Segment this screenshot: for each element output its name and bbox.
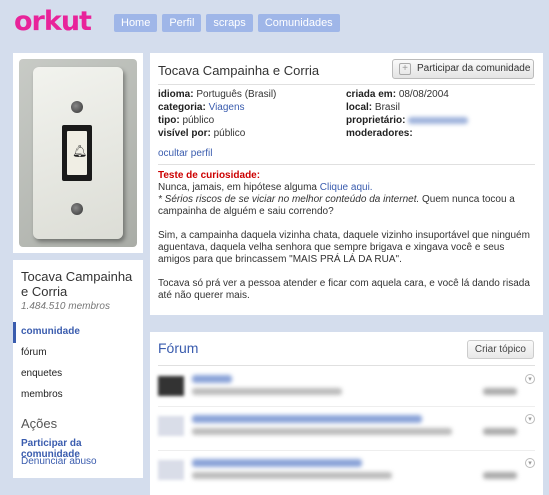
plus-icon: + <box>399 63 411 75</box>
community-description: Teste de curiosidade: Nunca, jamais, em … <box>158 170 530 301</box>
criada-value: 08/08/2004 <box>398 89 449 100</box>
member-count[interactable]: 1.484.510 membros <box>21 301 110 312</box>
community-photo-panel: 🔔︎ <box>13 53 143 253</box>
click-here-link[interactable]: Clique aqui. <box>320 182 373 193</box>
visivel-value: público <box>213 128 246 139</box>
join-button-label: Participar da comunidade <box>417 63 531 74</box>
orkut-logo[interactable]: orkut <box>14 6 92 37</box>
nav-comunidades[interactable]: Comunidades <box>257 14 340 32</box>
report-abuse-link[interactable]: Denunciar abuso <box>21 456 97 467</box>
top-nav: Home Perfil scraps Comunidades <box>114 14 340 32</box>
forum-topic[interactable]: ▾ <box>156 456 537 490</box>
menu-item-comunidade[interactable]: comunidade <box>13 322 143 343</box>
chevron-down-icon[interactable]: ▾ <box>525 458 535 468</box>
menu-item-membros[interactable]: membros <box>13 385 143 406</box>
sidebar-community-name: Tocava Campainha e Corria <box>21 269 133 299</box>
tipo-value: público <box>182 115 215 126</box>
categoria-value[interactable]: Viagens <box>209 102 245 113</box>
hide-profile-link[interactable]: ocultar perfil <box>158 148 212 159</box>
local-value: Brasil <box>374 102 400 113</box>
bell-icon: 🔔︎ <box>72 144 88 158</box>
menu-item-forum[interactable]: fórum <box>13 343 143 364</box>
join-community-button[interactable]: + Participar da comunidade <box>392 59 534 79</box>
chevron-down-icon[interactable]: ▾ <box>525 414 535 424</box>
forum-topic[interactable]: ▾ <box>156 372 537 406</box>
actions-heading: Ações <box>21 416 58 431</box>
community-profile-panel: Tocava Campainha e Corria + Participar d… <box>150 53 543 315</box>
idioma-value: Português (Brasil) <box>196 89 277 100</box>
community-photo: 🔔︎ <box>19 59 137 247</box>
forum-title[interactable]: Fórum <box>158 340 198 356</box>
nav-perfil[interactable]: Perfil <box>162 14 202 32</box>
menu-item-enquetes[interactable]: enquetes <box>13 364 143 385</box>
nav-scraps[interactable]: scraps <box>206 14 253 32</box>
forum-topic[interactable]: ▾ <box>156 412 537 446</box>
community-menu: comunidade fórum enquetes membros <box>13 322 143 406</box>
community-sidebar: Tocava Campainha e Corria 1.484.510 memb… <box>13 260 143 478</box>
create-topic-button[interactable]: Criar tópico <box>466 340 534 359</box>
owner-link[interactable] <box>408 116 469 124</box>
nav-home[interactable]: Home <box>114 14 158 32</box>
forum-panel: Fórum Criar tópico ▾ ▾ ▾ <box>150 332 543 495</box>
page-title: Tocava Campainha e Corria <box>158 63 320 78</box>
chevron-down-icon[interactable]: ▾ <box>525 374 535 384</box>
